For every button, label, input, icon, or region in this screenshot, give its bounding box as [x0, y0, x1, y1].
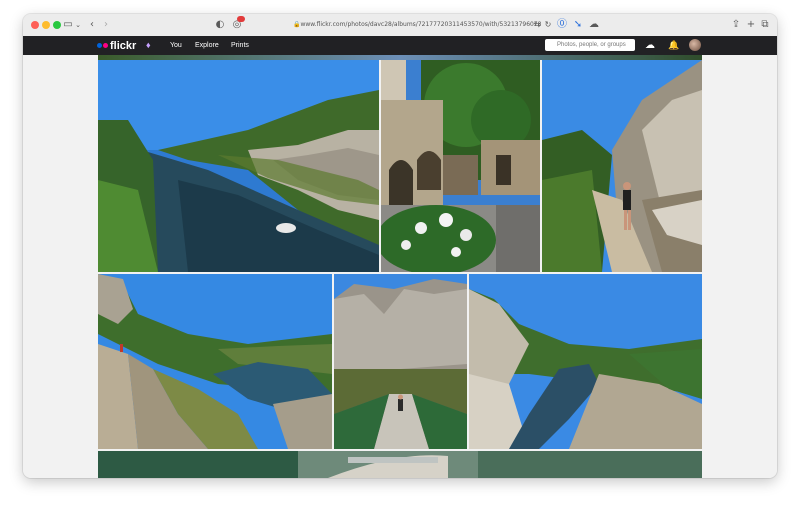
nav-prints[interactable]: Prints — [231, 40, 249, 51]
bell-icon[interactable]: 🔔 — [668, 39, 679, 52]
flickr-logo[interactable]: flickr — [97, 39, 136, 52]
nav-you[interactable]: You — [170, 40, 182, 51]
chevron-left-icon[interactable]: ‹ — [87, 18, 97, 32]
logo-pink-dot — [103, 43, 108, 48]
logo-blue-dot — [97, 43, 102, 48]
extension-arrow-icon[interactable]: ➘ — [573, 18, 583, 32]
browser-toolbar: ▭ ⌄ ‹ › ◐ ◎ 🔒 www.flickr.com/photos/davc… — [23, 14, 777, 37]
upload-icon[interactable]: ☁ — [645, 39, 655, 52]
photo-cliff-bridge[interactable] — [334, 274, 467, 449]
album-grid — [23, 55, 777, 478]
upload-prompt-icon[interactable]: ♦ — [146, 39, 151, 52]
extension-blue-icon[interactable]: ⓪ — [557, 18, 567, 32]
photo-river-gorge[interactable] — [98, 60, 379, 272]
chevron-right-icon[interactable]: › — [101, 18, 111, 32]
privacy-shield-icon[interactable]: ◐ — [215, 18, 225, 32]
logo-text: flickr — [110, 39, 137, 52]
cloud-icon[interactable]: ☁ — [589, 18, 599, 32]
notification-badge — [237, 16, 245, 22]
photo-hiker-trail[interactable] — [542, 60, 702, 272]
reload-icon[interactable]: ↻ — [543, 18, 553, 32]
close-window-button[interactable] — [31, 21, 39, 29]
tabs-overview-icon[interactable]: ⧉ — [760, 18, 770, 32]
photo-river-cliff-path[interactable] — [98, 274, 332, 449]
minimize-window-button[interactable] — [42, 21, 50, 29]
nav-explore[interactable]: Explore — [195, 40, 219, 51]
flickr-navbar: flickr ♦ You Explore Prints ⚲ Photos, pe… — [23, 36, 777, 55]
share-icon[interactable]: ⇪ — [731, 18, 741, 32]
photo-river-bend[interactable] — [469, 274, 702, 449]
translate-icon[interactable]: ⇆ — [531, 18, 543, 32]
sidebar-icon[interactable]: ▭ — [61, 18, 75, 32]
browser-window: ▭ ⌄ ‹ › ◐ ◎ 🔒 www.flickr.com/photos/davc… — [23, 14, 777, 478]
photo-next-row[interactable] — [98, 451, 702, 478]
address-bar[interactable]: www.flickr.com/photos/davc28/albums/7217… — [291, 18, 551, 32]
search-input[interactable]: Photos, people, or groups — [545, 39, 635, 51]
avatar[interactable] — [689, 39, 701, 51]
plus-icon[interactable]: + — [746, 18, 756, 32]
chevron-down-icon[interactable]: ⌄ — [74, 18, 82, 32]
photo-stone-house[interactable] — [381, 60, 540, 272]
maximize-window-button[interactable] — [53, 21, 61, 29]
